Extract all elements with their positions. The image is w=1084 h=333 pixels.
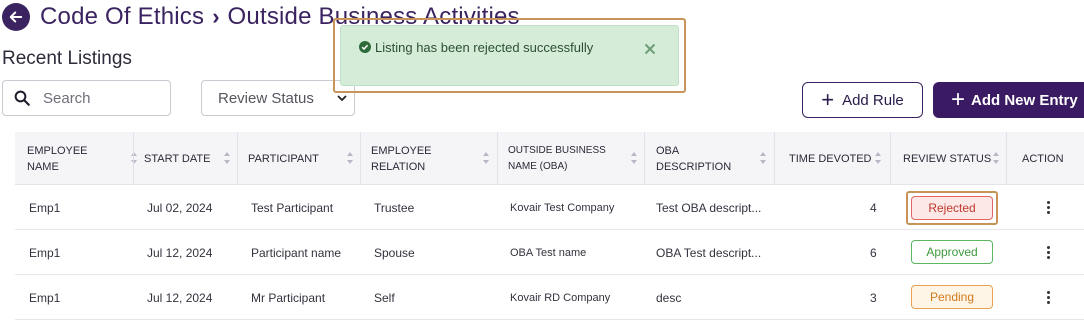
sort-icon [347, 152, 353, 164]
cell-start-date: Jul 12, 2024 [147, 245, 213, 260]
toast-message: Listing has been rejected successfully [375, 40, 594, 55]
section-title: Recent Listings [2, 48, 132, 69]
table-header: EMPLOYEE NAME START DATE PARTICIPANT EMP… [15, 132, 1084, 185]
column-label: ACTION [1022, 152, 1064, 165]
column-start-date[interactable]: START DATE [144, 132, 238, 185]
cell-oba-name: Kovair Test Company [510, 201, 615, 214]
breadcrumb-parent[interactable]: Code Of Ethics [40, 3, 204, 31]
cell-time-devoted: 4 [870, 200, 877, 215]
sort-icon [993, 152, 999, 164]
cell-employee: Emp1 [29, 245, 61, 260]
column-label: OUTSIDE BUSINESS NAME (OBA) [508, 144, 606, 172]
add-rule-label: Add Rule [842, 91, 904, 109]
plus-icon: + [821, 87, 835, 112]
column-label: PARTICIPANT [248, 152, 319, 165]
column-label: START DATE [144, 152, 211, 165]
search-input[interactable] [43, 89, 153, 107]
more-vertical-icon[interactable] [1043, 199, 1053, 215]
cell-oba-description: OBA Test descript... [656, 245, 762, 260]
sort-icon [131, 152, 137, 164]
back-button[interactable] [2, 3, 30, 31]
table-row[interactable]: Emp1 Jul 12, 2024 Participant name Spous… [15, 230, 1084, 275]
listings-table: EMPLOYEE NAME START DATE PARTICIPANT EMP… [15, 132, 1084, 333]
close-icon [644, 43, 656, 55]
add-new-entry-label: Add New Entry [971, 91, 1078, 109]
sort-icon [875, 152, 881, 164]
cell-employee: Emp1 [29, 290, 61, 305]
cell-start-date: Jul 12, 2024 [147, 290, 213, 305]
column-label: EMPLOYEE NAME [27, 144, 88, 173]
search-icon [14, 90, 30, 106]
status-badge: Approved [911, 240, 993, 264]
cell-time-devoted: 3 [870, 290, 877, 305]
cell-relation: Self [374, 290, 395, 305]
more-vertical-icon[interactable] [1043, 244, 1053, 260]
success-toast: Listing has been rejected successfully [340, 25, 679, 86]
cell-relation: Trustee [374, 200, 415, 215]
status-badge: Rejected [911, 196, 993, 220]
cell-oba-description: Test OBA descript... [656, 200, 762, 215]
add-new-entry-button[interactable]: + Add New Entry [933, 82, 1084, 118]
toast-close-button[interactable] [641, 40, 659, 58]
arrow-left-icon [9, 11, 23, 23]
column-employee-name[interactable]: EMPLOYEE NAME [27, 132, 145, 185]
column-participant[interactable]: PARTICIPANT [248, 132, 361, 185]
column-oba-name[interactable]: OUTSIDE BUSINESS NAME (OBA) [508, 132, 645, 185]
cell-oba-name: Kovair RD Company [510, 291, 611, 304]
more-vertical-icon[interactable] [1043, 289, 1053, 305]
cell-time-devoted: 6 [870, 245, 877, 260]
cell-employee: Emp1 [29, 200, 61, 215]
column-label: TIME DEVOTED [789, 152, 872, 165]
column-employee-relation[interactable]: EMPLOYEE RELATION [371, 132, 497, 185]
search-box[interactable] [2, 80, 171, 116]
add-rule-button[interactable]: + Add Rule [802, 82, 923, 118]
column-label: EMPLOYEE RELATION [371, 144, 432, 173]
cell-participant: Test Participant [251, 200, 334, 215]
sort-icon [483, 152, 489, 164]
table-row[interactable]: Emp1 Jul 12, 2024 Mr Participant Self Ko… [15, 275, 1084, 320]
check-circle-icon [359, 41, 371, 53]
plus-icon: + [951, 86, 966, 113]
column-time-devoted[interactable]: TIME DEVOTED [789, 132, 889, 185]
cell-participant: Participant name [251, 245, 342, 260]
cell-relation: Spouse [374, 245, 415, 260]
column-action: ACTION [1022, 132, 1082, 185]
cell-participant: Mr Participant [251, 290, 326, 305]
column-label: REVIEW STATUS [903, 152, 992, 165]
sort-icon [631, 152, 637, 164]
column-review-status[interactable]: REVIEW STATUS [903, 132, 1007, 185]
column-label: OBA DESCRIPTION [656, 144, 732, 173]
sort-icon [224, 152, 230, 164]
review-status-select[interactable]: Review Status [201, 80, 355, 116]
table-row[interactable]: Emp1 Jul 02, 2024 Test Participant Trust… [15, 185, 1084, 230]
cell-start-date: Jul 02, 2024 [147, 200, 213, 215]
column-oba-description[interactable]: OBA DESCRIPTION [656, 132, 774, 185]
chevron-right-icon: › [212, 4, 220, 29]
status-badge: Pending [911, 285, 993, 309]
cell-oba-name: OBA Test name [510, 246, 587, 259]
chevron-down-icon [337, 95, 347, 102]
sort-icon [760, 152, 766, 164]
cell-oba-description: desc [656, 290, 682, 305]
review-status-select-value: Review Status [218, 89, 314, 107]
